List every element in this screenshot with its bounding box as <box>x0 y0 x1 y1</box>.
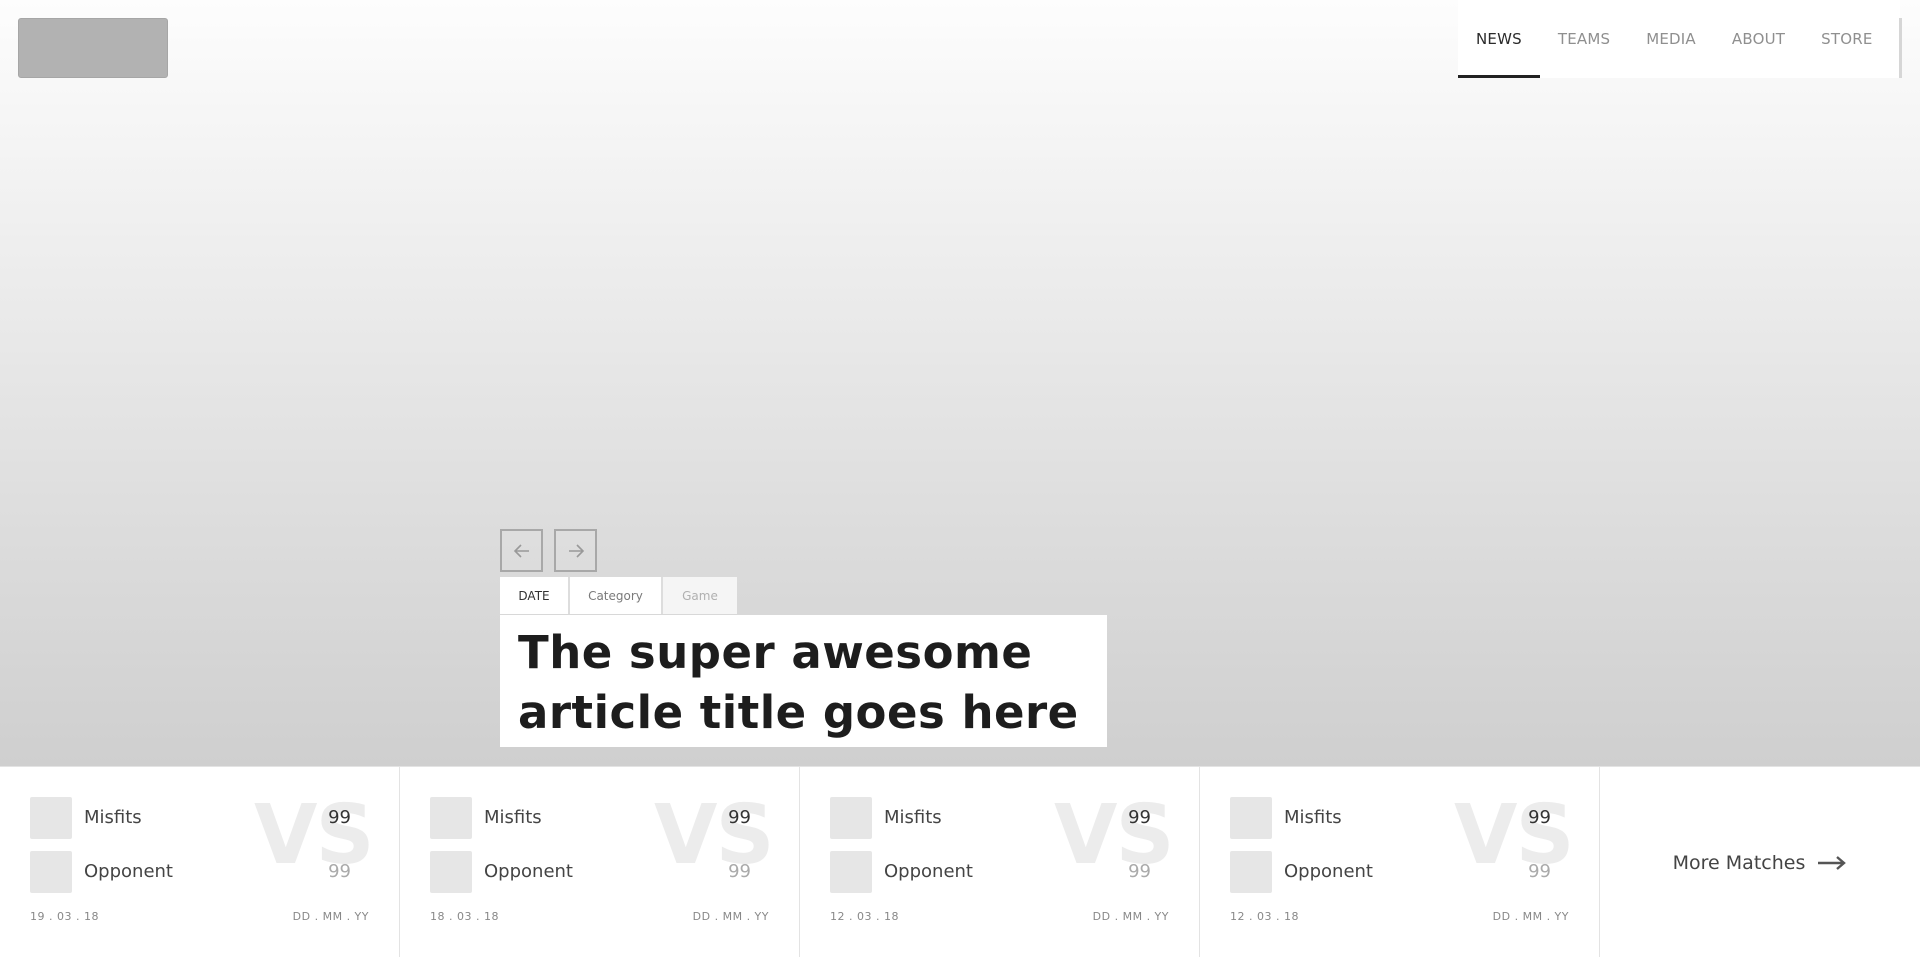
match-date: 19 . 03 . 18 <box>30 910 99 923</box>
team-score: 99 <box>328 807 351 828</box>
article-tags: DATE Category Game <box>500 577 737 614</box>
opponent-name: Opponent <box>484 861 573 882</box>
nav-item-store[interactable]: STORE <box>1803 0 1890 78</box>
match-card[interactable]: VS Misfits 99 Opponent 99 12 . 03 . 18 D… <box>1200 767 1600 957</box>
opponent-name: Opponent <box>84 861 173 882</box>
vs-watermark: VS <box>254 788 375 883</box>
match-date: 12 . 03 . 18 <box>1230 910 1299 923</box>
match-card[interactable]: VS Misfits 99 Opponent 99 18 . 03 . 18 D… <box>400 767 800 957</box>
nav-item-news[interactable]: NEWS <box>1458 0 1540 78</box>
tag-game[interactable]: Game <box>663 577 737 614</box>
opponent-name: Opponent <box>1284 861 1373 882</box>
vs-watermark: VS <box>654 788 775 883</box>
opponent-score: 99 <box>728 861 751 882</box>
nav-item-about[interactable]: ABOUT <box>1714 0 1803 78</box>
main-nav: NEWS TEAMS MEDIA ABOUT STORE <box>1458 0 1900 78</box>
match-date-secondary: DD . MM . YY <box>692 910 769 923</box>
match-card[interactable]: VS Misfits 99 Opponent 99 19 . 03 . 18 D… <box>0 767 400 957</box>
nav-item-media[interactable]: MEDIA <box>1628 0 1714 78</box>
vs-watermark: VS <box>1454 788 1575 883</box>
team-name: Misfits <box>84 807 142 828</box>
opponent-logo <box>430 851 472 893</box>
arrow-right-icon <box>568 543 584 558</box>
team-logo <box>430 797 472 839</box>
match-date: 12 . 03 . 18 <box>830 910 899 923</box>
match-date-secondary: DD . MM . YY <box>1092 910 1169 923</box>
tag-category[interactable]: Category <box>570 577 663 614</box>
match-date: 18 . 03 . 18 <box>430 910 499 923</box>
nav-scrollbar[interactable] <box>1899 18 1902 78</box>
article-title[interactable]: The super awesome article title goes her… <box>518 623 1089 743</box>
tag-date[interactable]: DATE <box>500 577 570 614</box>
slider-next-button[interactable] <box>554 529 597 572</box>
team-logo <box>30 797 72 839</box>
team-name: Misfits <box>484 807 542 828</box>
opponent-name: Opponent <box>884 861 973 882</box>
match-date-secondary: DD . MM . YY <box>1492 910 1569 923</box>
opponent-score: 99 <box>1128 861 1151 882</box>
opponent-logo <box>830 851 872 893</box>
long-arrow-right-icon <box>1818 855 1847 870</box>
match-card[interactable]: VS Misfits 99 Opponent 99 12 . 03 . 18 D… <box>800 767 1200 957</box>
opponent-logo <box>30 851 72 893</box>
team-score: 99 <box>1528 807 1551 828</box>
more-matches-label: More Matches <box>1672 851 1806 874</box>
team-score: 99 <box>1128 807 1151 828</box>
team-name: Misfits <box>1284 807 1342 828</box>
site-logo[interactable] <box>18 18 168 78</box>
matches-bar: VS Misfits 99 Opponent 99 19 . 03 . 18 D… <box>0 766 1920 957</box>
opponent-score: 99 <box>1528 861 1551 882</box>
article-title-box[interactable]: The super awesome article title goes her… <box>500 615 1107 747</box>
team-name: Misfits <box>884 807 942 828</box>
opponent-score: 99 <box>328 861 351 882</box>
team-logo <box>1230 797 1272 839</box>
arrow-left-icon <box>513 543 529 558</box>
slider-prev-button[interactable] <box>500 529 543 572</box>
nav-item-teams[interactable]: TEAMS <box>1540 0 1628 78</box>
team-logo <box>830 797 872 839</box>
more-matches-button[interactable]: More Matches <box>1600 767 1920 957</box>
match-date-secondary: DD . MM . YY <box>292 910 369 923</box>
vs-watermark: VS <box>1054 788 1175 883</box>
team-score: 99 <box>728 807 751 828</box>
opponent-logo <box>1230 851 1272 893</box>
